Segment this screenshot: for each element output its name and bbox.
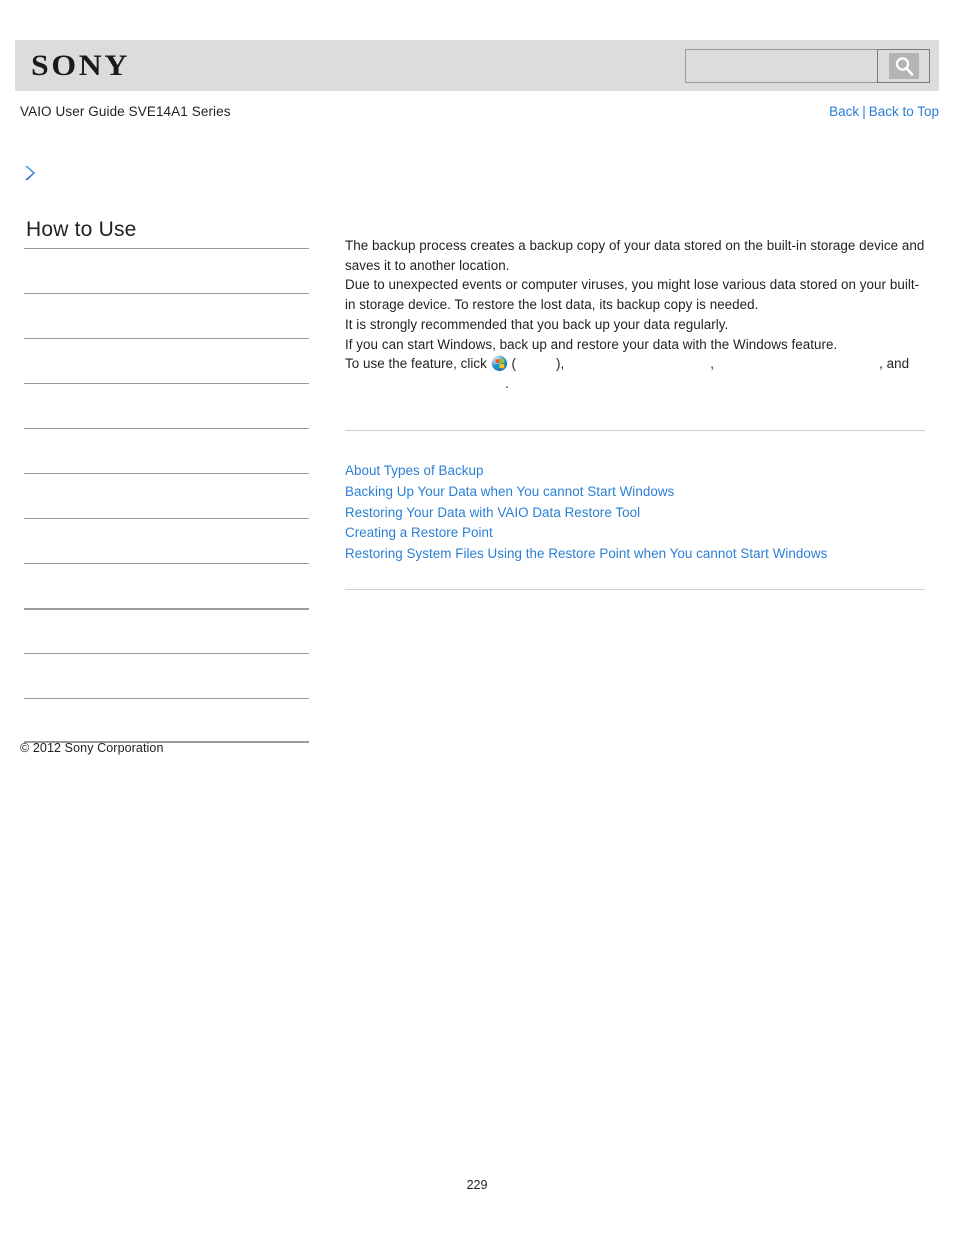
sidebar-item[interactable]: [24, 563, 309, 608]
feature-instruction: To use the feature, click (),, , and: [345, 354, 928, 374]
sony-logo: SONY: [31, 48, 130, 82]
content-divider-top: [345, 430, 925, 431]
breadcrumb: [22, 160, 322, 186]
related-link[interactable]: Restoring Your Data with VAIO Data Resto…: [345, 503, 928, 524]
back-to-top-link[interactable]: Back to Top: [869, 104, 939, 119]
feature-prefix: To use the feature, click: [345, 356, 487, 372]
related-link[interactable]: Backing Up Your Data when You cannot Sta…: [345, 482, 928, 503]
content-paragraph: Due to unexpected events or computer vir…: [345, 277, 920, 313]
open-paren: (: [511, 356, 517, 372]
sidebar-item[interactable]: [24, 518, 309, 563]
sidebar-item[interactable]: [24, 383, 309, 428]
close-paren: ),: [556, 356, 565, 372]
feature-suffix: , and: [879, 356, 910, 372]
related-link[interactable]: Creating a Restore Point: [345, 523, 928, 544]
sidebar-item[interactable]: [24, 248, 309, 293]
content-paragraph: It is strongly recommended that you back…: [345, 316, 729, 332]
site-header: SONY: [15, 40, 939, 91]
nav-separator: |: [862, 103, 866, 119]
guide-title: VAIO User Guide SVE14A1 Series: [20, 103, 231, 119]
copyright-notice: © 2012 Sony Corporation: [20, 741, 164, 755]
related-link[interactable]: Restoring System Files Using the Restore…: [345, 544, 928, 565]
period: .: [505, 375, 509, 391]
sidebar-title: How to Use: [26, 218, 137, 241]
header-nav: Back | Back to Top: [829, 104, 939, 119]
search-button[interactable]: [877, 48, 930, 83]
search-input[interactable]: [685, 48, 877, 83]
search-box: [685, 48, 930, 83]
sidebar: How to Use: [24, 218, 309, 744]
sidebar-item[interactable]: [24, 608, 309, 653]
subheader: VAIO User Guide SVE14A1 Series Back | Back…: [20, 101, 939, 121]
back-link[interactable]: Back: [829, 104, 859, 119]
chevron-right-icon: [22, 164, 38, 182]
sidebar-item[interactable]: [24, 473, 309, 518]
content-divider-bottom: [345, 589, 925, 590]
windows-start-orb-icon: [491, 356, 507, 372]
content-paragraph: The backup process creates a backup copy…: [345, 238, 925, 273]
comma-1: ,: [710, 356, 715, 372]
search-icon: [888, 52, 919, 79]
page-number: 229: [466, 1178, 488, 1192]
sidebar-item[interactable]: [24, 338, 309, 383]
sidebar-item[interactable]: [24, 698, 309, 744]
feature-instruction-end: .: [345, 374, 928, 394]
sidebar-item[interactable]: [24, 428, 309, 473]
sidebar-item[interactable]: [24, 293, 309, 338]
content-paragraph: If you can start Windows, back up and re…: [345, 336, 838, 352]
sidebar-item[interactable]: [24, 653, 309, 698]
related-links-list: About Types of Backup Backing Up Your Da…: [345, 461, 928, 565]
main-content: The backup process creates a backup copy…: [345, 236, 928, 394]
related-link[interactable]: About Types of Backup: [345, 461, 928, 482]
